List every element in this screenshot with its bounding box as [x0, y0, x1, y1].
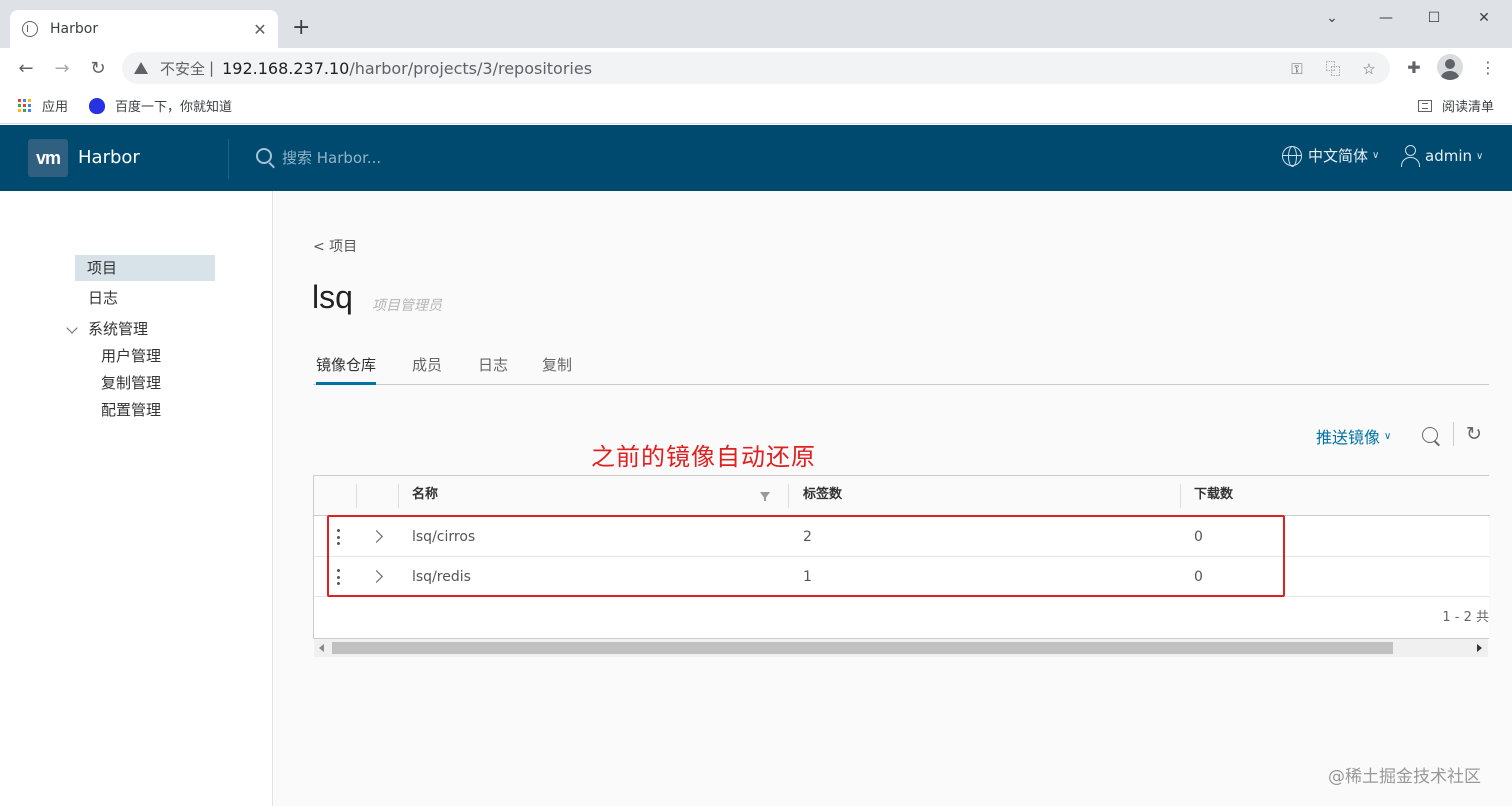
user-icon	[1400, 145, 1420, 167]
vmware-logo[interactable]: vm	[28, 139, 68, 177]
globe-icon	[1282, 145, 1302, 167]
warning-icon	[134, 62, 148, 74]
forward-button[interactable]: →	[48, 54, 76, 82]
scroll-left-icon[interactable]	[319, 644, 324, 652]
push-image-dropdown[interactable]: 推送镜像 ∨	[1316, 424, 1391, 448]
minimize-button[interactable]: —	[1362, 0, 1410, 36]
refresh-icon[interactable]: ↻	[1466, 424, 1482, 444]
sidebar-item-replication[interactable]: 复制管理	[101, 370, 161, 396]
annotation-highlight-box	[327, 515, 1285, 597]
chevron-down-icon: ∨	[1384, 430, 1392, 442]
pagination-info: 1 - 2 共	[1442, 610, 1489, 625]
browser-tab[interactable]: Harbor ✕	[10, 10, 278, 48]
filter-icon[interactable]	[760, 492, 770, 501]
url-text: 192.168.237.10/harbor/projects/3/reposit…	[222, 58, 593, 78]
page-title: lsq	[312, 279, 353, 315]
extensions-icon[interactable]: ✚	[1402, 56, 1426, 80]
bookmark-star-icon[interactable]: ☆	[1360, 60, 1378, 78]
sidebar-item-configuration[interactable]: 配置管理	[101, 397, 161, 423]
key-icon[interactable]: ⚿	[1288, 60, 1306, 78]
back-to-projects-link[interactable]: < 项目	[313, 236, 357, 256]
reload-button[interactable]: ↻	[84, 54, 112, 82]
column-name[interactable]: 名称	[412, 476, 438, 516]
table-header: 名称 标签数 下载数	[314, 476, 1490, 516]
tab-repositories[interactable]: 镜像仓库	[316, 355, 377, 385]
tab-replication[interactable]: 复制	[542, 355, 572, 385]
new-tab-button[interactable]: +	[292, 14, 310, 42]
insecure-label: 不安全	[160, 59, 206, 78]
language-dropdown[interactable]: 中文简体 ∨	[1282, 145, 1380, 167]
tab-members[interactable]: 成员	[412, 355, 442, 385]
close-window-button[interactable]: ✕	[1460, 0, 1508, 36]
harbor-header: vm Harbor 中文简体 ∨ admin ∨	[0, 125, 1512, 191]
bookmarks-bar: 应用 百度一下，你就知道 阅读清单	[0, 88, 1512, 124]
reading-list-icon	[1418, 99, 1432, 112]
sidebar-item-system-admin[interactable]: 系统管理	[76, 316, 160, 342]
chevron-down-icon: ∨	[1372, 150, 1380, 161]
back-button[interactable]: ←	[12, 54, 40, 82]
harbor-favicon-icon	[22, 21, 38, 37]
column-tags[interactable]: 标签数	[803, 476, 842, 516]
project-tabs: 镜像仓库 成员 日志 复制	[313, 355, 1489, 385]
scroll-right-icon[interactable]	[1477, 644, 1482, 652]
browser-toolbar: ← → ↻ 不安全 | 192.168.237.10/harbor/projec…	[0, 48, 1512, 88]
translate-icon[interactable]: ⿻	[1324, 60, 1342, 78]
brand-title[interactable]: Harbor	[78, 147, 140, 168]
main-content: < 项目 lsq 项目管理员 镜像仓库 成员 日志 复制 推送镜像 ∨ ↻ 之前…	[274, 191, 1512, 806]
browser-tabstrip: Harbor ✕ + ⌄ — ☐ ✕	[0, 0, 1512, 48]
apps-grid-icon	[18, 98, 32, 113]
maximize-button[interactable]: ☐	[1410, 0, 1458, 36]
annotation-text: 之前的镜像自动还原	[591, 443, 816, 471]
tab-title: Harbor	[50, 21, 99, 37]
bookmark-baidu[interactable]: 百度一下，你就知道	[89, 96, 232, 115]
watermark: @稀土掘金技术社区	[1328, 767, 1481, 787]
column-pulls[interactable]: 下载数	[1194, 476, 1233, 516]
address-bar[interactable]: 不安全 | 192.168.237.10/harbor/projects/3/r…	[122, 52, 1390, 84]
search-icon[interactable]	[1422, 427, 1438, 443]
baidu-paw-icon	[89, 97, 105, 114]
sidebar: 项目 日志 系统管理 用户管理 复制管理 配置管理	[0, 191, 273, 806]
tab-search-chevron-icon[interactable]: ⌄	[1308, 0, 1356, 36]
tab-close-icon[interactable]: ✕	[252, 20, 268, 39]
user-menu[interactable]: admin ∨	[1400, 145, 1483, 167]
tab-logs[interactable]: 日志	[478, 355, 508, 385]
sidebar-item-users[interactable]: 用户管理	[101, 343, 161, 369]
bookmark-apps[interactable]: 应用	[18, 96, 68, 115]
global-search-input[interactable]	[282, 145, 682, 171]
horizontal-scrollbar[interactable]	[314, 639, 1488, 657]
search-icon	[256, 148, 272, 164]
sidebar-item-projects[interactable]: 项目	[75, 255, 215, 281]
chevron-down-icon: ∨	[1476, 150, 1484, 162]
profile-avatar[interactable]	[1437, 54, 1463, 80]
chrome-menu-icon[interactable]: ⋮	[1476, 56, 1500, 80]
role-label: 项目管理员	[372, 298, 442, 314]
scrollbar-thumb[interactable]	[332, 642, 1393, 654]
sidebar-item-logs[interactable]: 日志	[76, 285, 130, 311]
reading-list-button[interactable]: 阅读清单	[1418, 96, 1494, 115]
